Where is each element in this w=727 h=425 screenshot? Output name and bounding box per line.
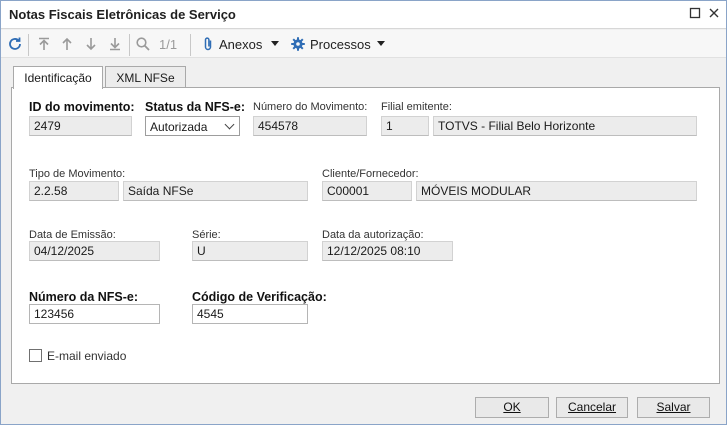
- paperclip-icon[interactable]: [200, 36, 216, 52]
- tab-identificacao[interactable]: Identificação: [13, 66, 103, 89]
- tipo-movimento-label: Tipo de Movimento:: [29, 168, 126, 180]
- toolbar-separator: [28, 34, 29, 56]
- tipo-movimento-name-field[interactable]: Saída NFSe: [123, 181, 308, 201]
- data-emissao-field[interactable]: 04/12/2025: [29, 241, 160, 261]
- save-button-label: Salvar: [656, 400, 691, 414]
- toolbar-separator: [190, 34, 191, 56]
- email-enviado-checkbox[interactable]: [29, 349, 42, 362]
- numero-nfse-label: Número da NFS-e:: [29, 290, 139, 304]
- gear-icon[interactable]: [290, 36, 306, 52]
- ok-button[interactable]: OK: [475, 397, 549, 418]
- tipo-movimento-code-field[interactable]: 2.2.58: [29, 181, 119, 201]
- cancel-button-label: Cancelar: [567, 400, 617, 414]
- first-record-icon[interactable]: [36, 36, 52, 52]
- cliente-fornecedor-name-field[interactable]: MÓVEIS MODULAR: [416, 181, 697, 201]
- status-nfse-select[interactable]: Autorizada: [145, 116, 240, 136]
- maximize-icon[interactable]: [688, 7, 702, 21]
- toolbar: 1/1 Anexos Processos: [1, 30, 726, 58]
- serie-label: Série:: [192, 229, 221, 241]
- cliente-fornecedor-code-field[interactable]: C00001: [322, 181, 412, 201]
- codigo-verificacao-input[interactable]: 4545: [192, 304, 308, 324]
- refresh-icon[interactable]: [7, 36, 23, 52]
- title-bar: Notas Fiscais Eletrônicas de Serviço: [1, 1, 726, 29]
- data-emissao-label: Data de Emissão:: [29, 229, 116, 241]
- codigo-verificacao-label: Código de Verificação:: [192, 290, 327, 304]
- filial-emitente-name-field[interactable]: TOTVS - Filial Belo Horizonte: [433, 116, 697, 136]
- toolbar-separator: [129, 34, 130, 56]
- serie-field[interactable]: U: [192, 241, 308, 261]
- close-icon[interactable]: [707, 7, 721, 21]
- last-record-icon[interactable]: [107, 36, 123, 52]
- chevron-down-icon[interactable]: [271, 41, 279, 46]
- window-title: Notas Fiscais Eletrônicas de Serviço: [9, 7, 236, 22]
- numero-movimento-label: Número do Movimento:: [253, 101, 368, 113]
- numero-nfse-input[interactable]: 123456: [29, 304, 160, 324]
- status-nfse-value: Autorizada: [150, 120, 208, 134]
- data-autorizacao-label: Data da autorização:: [322, 229, 424, 241]
- id-movimento-field[interactable]: 2479: [29, 116, 132, 136]
- anexos-menu[interactable]: Anexos: [219, 37, 262, 52]
- email-enviado-label: E-mail enviado: [47, 349, 127, 363]
- filial-emitente-code-field[interactable]: 1: [381, 116, 429, 136]
- filial-emitente-label: Filial emitente:: [381, 101, 452, 113]
- data-autorizacao-field[interactable]: 12/12/2025 08:10: [322, 241, 453, 261]
- cliente-fornecedor-label: Cliente/Fornecedor:: [322, 168, 419, 180]
- processos-menu[interactable]: Processos: [310, 37, 371, 52]
- numero-movimento-field[interactable]: 454578: [253, 116, 367, 136]
- next-record-icon[interactable]: [83, 36, 99, 52]
- chevron-down-icon[interactable]: [377, 41, 385, 46]
- save-button[interactable]: Salvar: [637, 397, 710, 418]
- cancel-button[interactable]: Cancelar: [556, 397, 628, 418]
- id-movimento-label: ID do movimento:: [29, 100, 135, 114]
- previous-record-icon[interactable]: [59, 36, 75, 52]
- status-nfse-label: Status da NFS-e:: [145, 100, 246, 114]
- tab-xml-nfse[interactable]: XML NFSe: [105, 66, 186, 88]
- dialog-window: Notas Fiscais Eletrônicas de Serviço 1/1: [0, 0, 727, 425]
- chevron-down-icon: [224, 119, 235, 130]
- search-icon[interactable]: [135, 36, 151, 52]
- identificacao-panel: ID do movimento: 2479 Status da NFS-e: A…: [11, 87, 720, 384]
- ok-button-label: OK: [503, 400, 521, 414]
- page-indicator: 1/1: [159, 37, 178, 52]
